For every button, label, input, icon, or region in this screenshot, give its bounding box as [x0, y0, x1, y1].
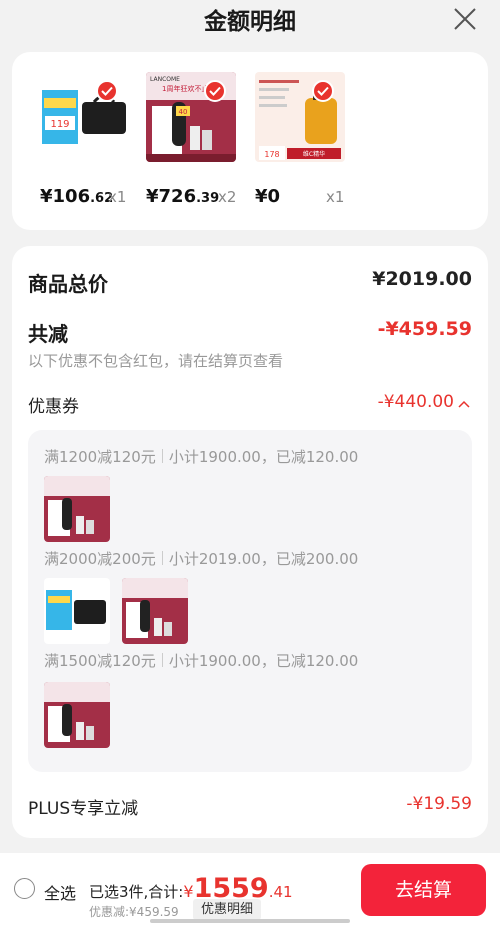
- product-1-price: ¥106.62: [40, 186, 113, 207]
- checkout-bar: 全选 已选3件,合计:¥1559.41 优惠减:¥459.59 优惠明细 去结算: [0, 853, 500, 925]
- total-price-row: 商品总价 ¥2019.00: [28, 268, 472, 298]
- total-price-value: ¥2019.00: [372, 268, 472, 290]
- coupon-3-product-thumb[interactable]: [44, 682, 110, 748]
- product-3-price: ¥0: [255, 186, 280, 207]
- divider: [161, 551, 163, 565]
- discount-amount: 优惠减:¥459.59: [89, 905, 179, 919]
- product-2-qty: x2: [218, 188, 237, 206]
- order-total-symbol: ¥: [183, 882, 194, 901]
- product-2-price-dec: .39: [196, 191, 220, 206]
- coupon-breakdown-panel: 满1200减120元 小计1900.00，已减120.00 满2000减200元小…: [28, 430, 472, 772]
- divider: [161, 653, 163, 667]
- coupon-3-rule: 满1500减120元: [44, 652, 156, 670]
- coupon-row[interactable]: 优惠券 -¥440.00: [28, 392, 472, 418]
- product-3-badge-text: 178: [264, 150, 279, 159]
- divider: [161, 449, 163, 463]
- coupon-2-product-thumb-1[interactable]: [44, 578, 110, 644]
- product-2-price: ¥726.39: [146, 186, 219, 207]
- price-detail-card: 商品总价 ¥2019.00 共减 -¥459.59 以下优惠不包含红包，请在结算…: [12, 246, 488, 838]
- discount-note: 以下优惠不包含红包，请在结算页查看: [28, 352, 284, 370]
- selected-count-text: 已选3件,合计:: [89, 883, 184, 901]
- product-3-qty: x1: [326, 188, 345, 206]
- coupon-1-product-thumb[interactable]: [44, 476, 110, 542]
- selected-products-card: 119 ¥106.62 x1 LANCOME 1周年狂欢不止1折 40 ¥726…: [12, 52, 488, 230]
- total-reduce-value: -¥459.59: [377, 318, 472, 340]
- coupon-2-line: 满2000减200元 小计2019.00，已减200.00: [44, 548, 358, 569]
- product-2-checked-icon[interactable]: [204, 80, 226, 102]
- coupon-3-detail: 小计1900.00，已减120.00: [168, 652, 359, 670]
- product-3-tag-text: 维C精华: [303, 150, 325, 158]
- order-total-dec: .41: [268, 883, 293, 901]
- coupon-2-detail: 小计2019.00，已减200.00: [168, 550, 359, 568]
- coupon-2-product-thumb-2[interactable]: [122, 578, 188, 644]
- discount-detail-button[interactable]: 优惠明细: [193, 899, 262, 920]
- home-indicator[interactable]: [150, 919, 350, 923]
- total-price-label: 商品总价: [28, 272, 108, 296]
- selection-summary: 已选3件,合计:¥1559.41: [89, 873, 293, 904]
- coupon-value: -¥440.00: [377, 392, 454, 412]
- checkout-button[interactable]: 去结算: [361, 864, 486, 916]
- select-all-radio[interactable]: [14, 878, 35, 899]
- modal-title: 金额明细: [204, 9, 296, 35]
- total-reduce-label: 共减: [28, 322, 68, 346]
- coupon-label: 优惠券: [28, 397, 79, 417]
- product-1-qty: x1: [108, 188, 127, 206]
- select-all-label[interactable]: 全选: [44, 880, 76, 904]
- product-1-checked-icon[interactable]: [96, 80, 118, 102]
- product-2-badge-text: 40: [179, 108, 188, 116]
- product-2-brand-text: LANCOME: [150, 76, 180, 83]
- coupon-2-rule: 满2000减200元: [44, 550, 156, 568]
- total-reduce-row: 共减 -¥459.59: [28, 318, 472, 348]
- coupon-1-detail: 小计1900.00，已减120.00: [168, 448, 359, 466]
- coupon-1-line: 满1200减120元 小计1900.00，已减120.00: [44, 446, 358, 467]
- coupon-3-line: 满1500减120元 小计1900.00，已减120.00: [44, 650, 358, 671]
- modal-header: 金额明细: [0, 0, 500, 42]
- product-1-price-int: ¥106: [40, 186, 91, 207]
- product-3-price-int: ¥0: [255, 186, 281, 207]
- plus-discount-row: PLUS专享立减 -¥19.59: [28, 794, 472, 820]
- chevron-up-icon[interactable]: [458, 400, 470, 408]
- close-icon[interactable]: [452, 6, 478, 32]
- product-2-price-int: ¥726: [146, 186, 197, 207]
- product-3-checked-icon[interactable]: [312, 80, 334, 102]
- product-1-badge-text: 119: [50, 119, 69, 130]
- plus-discount-value: -¥19.59: [406, 794, 472, 814]
- plus-discount-label: PLUS专享立减: [28, 799, 139, 819]
- coupon-1-rule: 满1200减120元: [44, 448, 156, 466]
